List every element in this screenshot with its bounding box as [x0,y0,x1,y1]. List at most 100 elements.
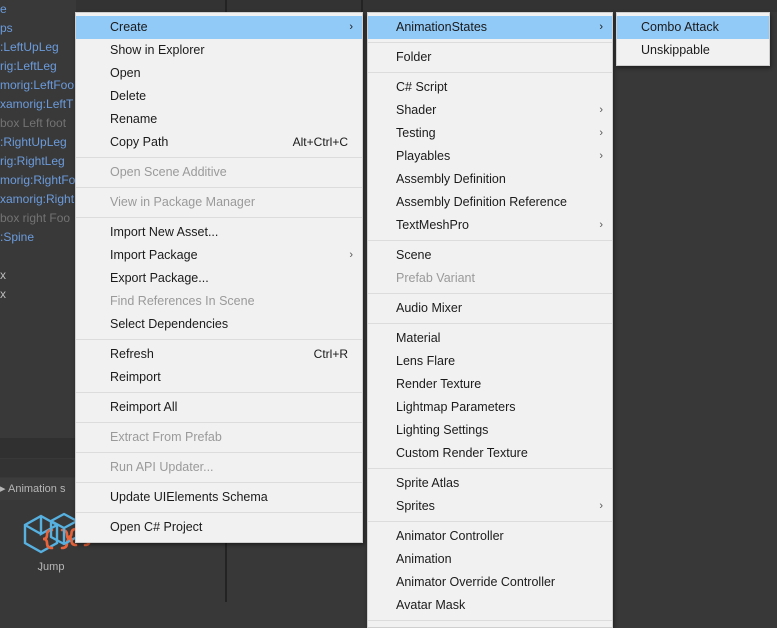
menu-item[interactable]: Open C# Project [76,516,362,539]
menu-item[interactable]: Update UIElements Schema [76,486,362,509]
project-context-menu[interactable]: Create › Show in Explorer Open Delete Rename C… [75,12,363,543]
menu-item[interactable]: Import New Asset... [76,221,362,244]
menu-item[interactable]: Delete [76,85,362,108]
asset-item-jump[interactable]: Jump [9,507,94,573]
menu-item[interactable]: Copy Path Alt+Ctrl+C [76,131,362,154]
menu-item[interactable]: Combo Attack [617,16,769,39]
menu-item-label: AnimationStates [396,20,488,34]
hierarchy-row[interactable]: ps [0,19,76,38]
menu-item[interactable]: Sprite Atlas [368,472,612,495]
menu-item[interactable]: C# Script [368,76,612,99]
hierarchy-row[interactable]: x [0,285,76,304]
menu-item[interactable]: Lightmap Parameters [368,396,612,419]
animationstates-submenu[interactable]: Combo Attack Unskippable [616,12,770,66]
hierarchy-row[interactable] [0,247,76,266]
menu-item-label: Copy Path [110,135,169,149]
chevron-right-icon: › [349,21,353,33]
menu-item-label: Refresh [110,347,154,361]
menu-item[interactable]: Create › [76,16,362,39]
menu-item[interactable]: TextMeshPro › [368,214,612,237]
menu-item[interactable]: Open [76,62,362,85]
menu-item[interactable]: Reimport [76,366,362,389]
menu-item[interactable]: Import Package › [76,244,362,267]
menu-item[interactable]: AnimationStates › [368,16,612,39]
menu-item[interactable]: Animation [368,548,612,571]
menu-separator [76,452,362,453]
hierarchy-row[interactable]: xamorig:LeftT [0,95,76,114]
hierarchy-row[interactable]: rig:LeftLeg [0,57,76,76]
menu-item[interactable]: Scene [368,244,612,267]
menu-item[interactable]: Render Texture [368,373,612,396]
menu-separator [76,392,362,393]
menu-item[interactable]: Playables › [368,145,612,168]
menu-item-label: Rename [110,112,158,126]
menu-separator [368,468,612,469]
hierarchy-row[interactable]: e [0,0,76,19]
menu-item-label: Run API Updater... [110,460,214,474]
hierarchy-row[interactable]: :Spine [0,228,76,247]
hierarchy-row[interactable]: rig:RightLeg [0,152,76,171]
menu-item[interactable]: Shader › [368,99,612,122]
hierarchy-panel[interactable]: e ps:LeftUpLeg rig:LeftLeg morig:LeftFoo xam… [0,0,76,446]
hierarchy-row[interactable]: xamorig:Right [0,190,76,209]
menu-item-label: Show in Explorer [110,43,205,57]
menu-item[interactable]: Avatar Mask [368,594,612,617]
menu-item: Open Scene Additive [76,161,362,184]
animation-tab-label: Animation s [7,483,66,495]
menu-item-label: View in Package Manager [110,195,255,209]
menu-item[interactable]: Sprites › [368,495,612,518]
menu-item[interactable]: Folder [368,46,612,69]
menu-item[interactable]: Lighting Settings [368,419,612,442]
menu-separator [76,482,362,483]
menu-item[interactable]: Material [368,327,612,350]
hierarchy-row[interactable]: morig:RightFo [0,171,76,190]
menu-item: Run API Updater... [76,456,362,479]
menu-item[interactable]: Reimport All [76,396,362,419]
menu-item[interactable]: Assembly Definition Reference [368,191,612,214]
animation-tab[interactable]: ▸ Animation s [0,478,76,500]
menu-item-label: Audio Mixer [396,301,462,315]
hierarchy-row[interactable]: box right Foo [0,209,76,228]
chevron-right-icon: › [599,21,603,33]
hierarchy-row[interactable]: :LeftUpLeg [0,38,76,57]
menu-item[interactable]: Show in Explorer [76,39,362,62]
menu-item[interactable]: Unskippable [617,39,769,62]
menu-item[interactable]: Assembly Definition [368,168,612,191]
menu-item[interactable]: Lens Flare [368,350,612,373]
menu-item-label: Select Dependencies [110,317,229,331]
hierarchy-row[interactable]: morig:LeftFoo [0,76,76,95]
menu-item[interactable]: Refresh Ctrl+R [76,343,362,366]
create-submenu[interactable]: AnimationStates › Folder C# Script Shader › Te… [367,12,613,628]
menu-item-label: Shader [396,103,437,117]
menu-item[interactable]: Audio Mixer [368,297,612,320]
menu-item-label: Lighting Settings [396,423,489,437]
menu-item-label: Animator Controller [396,529,504,543]
chevron-right-icon: › [349,249,353,261]
menu-separator [76,339,362,340]
menu-separator [368,521,612,522]
menu-item-label: Assembly Definition Reference [396,195,567,209]
hierarchy-row[interactable]: :RightUpLeg [0,133,76,152]
menu-item-label: Animation [396,552,452,566]
menu-item[interactable]: Select Dependencies [76,313,362,336]
hierarchy-row[interactable]: x [0,266,76,285]
menu-item-label: Delete [110,89,147,103]
menu-item-label: Import New Asset... [110,225,219,239]
menu-item[interactable]: Animator Controller [368,525,612,548]
menu-separator [76,187,362,188]
menu-item[interactable]: Custom Render Texture [368,442,612,465]
menu-item[interactable]: Export Package... [76,267,362,290]
hierarchy-footer-strip-2 [0,459,76,477]
menu-item-label: Custom Render Texture [396,446,528,460]
menu-item-label: Create [110,20,148,34]
menu-item[interactable]: Rename [76,108,362,131]
menu-item[interactable]: Testing › [368,122,612,145]
menu-item-label: Import Package [110,248,198,262]
panel-divider-top [361,0,363,12]
asset-label: Jump [37,561,65,573]
menu-item[interactable]: Animator Override Controller [368,571,612,594]
hierarchy-footer-strip-1 [0,438,76,458]
hierarchy-row[interactable]: box Left foot [0,114,76,133]
chevron-right-icon: › [599,219,603,231]
menu-item-label: TextMeshPro [396,218,469,232]
